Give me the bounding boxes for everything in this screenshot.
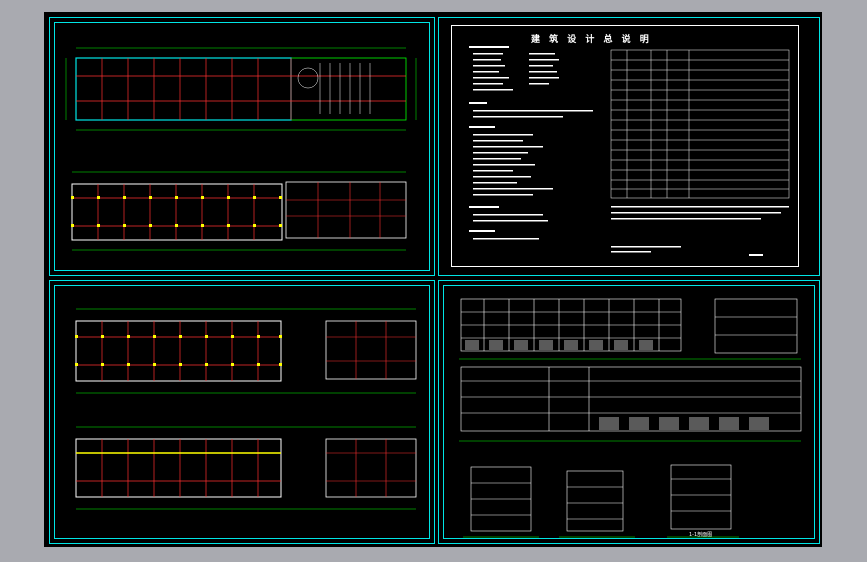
- plan-drawing-upper: [65, 47, 417, 251]
- sheet-elevations[interactable]: 1-1剖面图: [438, 280, 820, 544]
- sheet-plan-lower[interactable]: [49, 280, 435, 544]
- design-notes-text-block: [469, 46, 790, 256]
- sheet-design-notes[interactable]: 建 筑 设 计 总 说 明: [438, 17, 820, 276]
- sheet-plan-upper[interactable]: [49, 17, 435, 276]
- section-label: 1-1剖面图: [689, 532, 713, 538]
- plan-drawing-lower: [75, 308, 417, 510]
- cad-model-viewport[interactable]: 建 筑 设 计 总 说 明 1-1剖面图: [44, 12, 822, 547]
- elevation-drawing: [459, 298, 802, 538]
